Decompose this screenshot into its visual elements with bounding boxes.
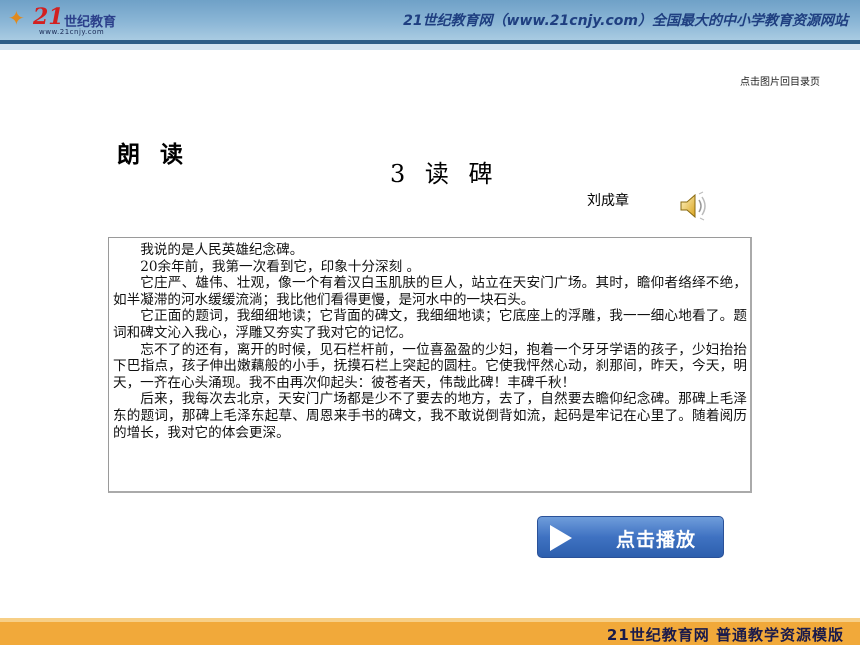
passage-text-box: 我说的是人民英雄纪念碑。 20余年前，我第一次看到它，印象十分深刻 。 它庄严、… [108, 237, 752, 493]
footer-text: 21世纪教育网 普通教学资源模版 [606, 626, 844, 644]
play-button-label: 点击播放 [616, 529, 697, 551]
passage-paragraph: 它庄严、雄伟、壮观，像一个有着汉白玉肌肤的巨人，站立在天安门广场。其时，瞻仰者络… [113, 275, 747, 308]
passage-paragraph: 20余年前，我第一次看到它，印象十分深刻 。 [140, 258, 421, 275]
play-icon [550, 525, 572, 551]
back-to-menu-link[interactable]: 点击图片回目录页 [740, 73, 820, 88]
header-slogan: 21世纪教育网（www.21cnjy.com）全国最大的中小学教育资源网站 [403, 13, 848, 29]
passage-paragraph: 后来，我每次去北京，天安门广场都是少不了要去的地方，去了，自然要去瞻仰纪念碑。那… [113, 391, 747, 441]
passage-paragraph: 忘不了的还有，离开的时候，见石栏杆前，一位喜盈盈的少妇，抱着一个牙牙学语的孩子，… [113, 341, 747, 391]
logo-url: www.21cnjy.com [39, 28, 105, 36]
running-figure-icon: ✦ [8, 6, 25, 30]
play-button[interactable]: 点击播放 [537, 516, 724, 558]
passage-paragraph: 它正面的题词，我细细地读；它背面的碑文，我细细地读；它底座上的浮雕，我一一细心地… [113, 308, 747, 341]
site-logo[interactable]: ✦ 21 世纪教育 www.21cnjy.com [6, 2, 141, 40]
speaker-icon[interactable] [679, 191, 711, 221]
author-name: 刘成章 [587, 193, 629, 209]
passage-paragraph: 我说的是人民英雄纪念碑。 [140, 242, 304, 258]
lesson-title: 3 读 碑 [390, 160, 499, 188]
logo-number: 21 [33, 4, 64, 30]
header-bar: ✦ 21 世纪教育 www.21cnjy.com 21世纪教育网（www.21c… [0, 0, 860, 40]
section-title: 朗 读 [117, 142, 190, 168]
header-divider-light [0, 44, 860, 50]
